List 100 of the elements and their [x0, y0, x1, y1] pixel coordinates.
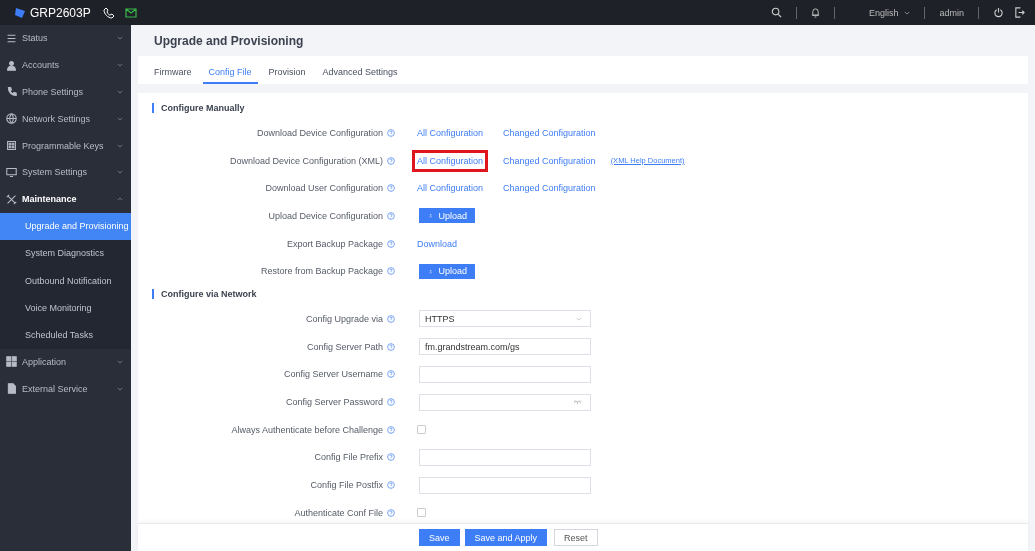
checkbox[interactable] [417, 425, 426, 435]
sidebar-subitem[interactable]: Outbound Notification [0, 266, 131, 295]
field-label: Download User Configuration [265, 183, 383, 194]
caret-icon [117, 36, 123, 41]
help-icon[interactable] [387, 398, 395, 407]
tab[interactable]: Firmware [148, 56, 198, 84]
field-label: Always Authenticate before Challenge [231, 424, 383, 435]
field-label: Config File Postfix [310, 480, 383, 491]
field-label: Restore from Backup Package [260, 266, 383, 277]
checkbox[interactable] [417, 508, 426, 518]
sidebar-item[interactable]: Maintenance [0, 185, 131, 213]
bell-icon[interactable] [810, 7, 820, 18]
caret-icon [117, 116, 123, 121]
save-button[interactable]: Save and Apply [464, 529, 548, 546]
caret-icon [117, 359, 123, 364]
help-icon[interactable] [387, 211, 395, 220]
monitor-icon [6, 166, 17, 178]
tab[interactable]: Advanced Settings [316, 56, 404, 84]
select-field[interactable]: HTTPS [419, 310, 591, 328]
upload-button[interactable]: Upload [419, 208, 475, 224]
phone-icon[interactable] [102, 6, 115, 19]
keypad-icon [6, 140, 17, 152]
field-label: Export Backup Package [286, 238, 383, 249]
link[interactable]: Changed Configuration [498, 121, 601, 144]
sidebar-subitem[interactable]: Scheduled Tasks [0, 321, 131, 349]
reset-button[interactable]: Reset [554, 529, 598, 546]
section-title: Configure via Network [152, 289, 1028, 300]
sidebar-item[interactable]: Network Settings [0, 105, 131, 133]
input-field[interactable] [419, 448, 591, 466]
logout-icon[interactable] [1014, 7, 1025, 18]
save-button[interactable]: Save [419, 529, 460, 546]
field-label: Download Device Configuration [256, 127, 383, 138]
input-field[interactable]: fm.grandstream.com/gs [419, 338, 591, 356]
link[interactable]: All Configuration [412, 177, 489, 200]
upload-icon [429, 212, 433, 220]
tab[interactable]: Config File [202, 56, 258, 84]
caret-icon [576, 316, 582, 321]
power-icon[interactable] [993, 7, 1004, 18]
help-icon[interactable] [387, 156, 395, 165]
input-field[interactable] [419, 365, 591, 383]
field-label: Download Device Configuration (XML) [229, 155, 383, 166]
person-icon [6, 59, 17, 71]
section-title: Configure Manually [152, 103, 1028, 113]
help-icon[interactable] [387, 508, 395, 517]
caret-icon [117, 386, 123, 391]
field-label: Config Server Username [283, 369, 383, 380]
mail-icon[interactable] [124, 7, 137, 18]
closed-eye-icon[interactable] [573, 400, 582, 405]
caret-icon [117, 63, 123, 68]
upload-icon [429, 267, 433, 275]
link[interactable]: Download [412, 232, 463, 255]
help-icon[interactable] [387, 314, 395, 323]
sidebar-item[interactable]: System Settings [0, 159, 131, 186]
sidebar-item[interactable]: Status [0, 25, 131, 52]
sidebar-item[interactable]: External Service [0, 375, 131, 403]
link[interactable]: All Configuration [412, 149, 489, 172]
grid-icon [6, 356, 17, 368]
caret-icon [117, 197, 123, 202]
sidebar-subitem[interactable]: Voice Monitoring [0, 294, 131, 322]
user-name[interactable]: admin [939, 7, 964, 18]
link[interactable]: Changed Configuration [498, 177, 601, 200]
sidebar-item[interactable]: Programmable Keys [0, 132, 131, 159]
help-icon[interactable] [387, 370, 395, 379]
list-icon [6, 32, 17, 44]
help-icon[interactable] [387, 453, 395, 462]
tab[interactable]: Provision [262, 56, 312, 84]
field-label: Config File Prefix [314, 452, 383, 463]
product-name: GRP2603P [30, 5, 91, 20]
help-icon[interactable] [387, 239, 395, 248]
field-label: Config Server Path [306, 341, 383, 352]
password-field[interactable] [419, 393, 591, 411]
field-label: Upload Device Configuration [268, 210, 383, 221]
page-title: Upgrade and Provisioning [153, 32, 305, 50]
upload-button[interactable]: Upload [419, 263, 475, 279]
help-icon[interactable] [387, 267, 395, 276]
caret-icon [117, 90, 123, 94]
input-field[interactable] [419, 476, 591, 494]
document-icon [6, 383, 17, 395]
help-icon[interactable] [387, 184, 395, 193]
sidebar-item[interactable]: Phone Settings [0, 78, 131, 106]
caret-icon [117, 143, 123, 148]
tools-icon [6, 193, 17, 205]
search-icon[interactable] [770, 7, 782, 18]
link[interactable]: Changed Configuration [498, 149, 601, 172]
language-dropdown[interactable]: English [868, 7, 911, 18]
link[interactable]: All Configuration [412, 121, 489, 144]
help-icon[interactable] [387, 128, 395, 137]
sidebar-item[interactable]: Application [0, 348, 131, 376]
sidebar-item[interactable]: Accounts [0, 51, 131, 79]
help-icon[interactable] [387, 425, 395, 434]
logo-icon [14, 6, 26, 19]
phone-icon [6, 86, 17, 98]
caret-icon [904, 10, 911, 15]
caret-icon [117, 170, 123, 175]
globe-icon [6, 113, 17, 125]
field-label: Authenticate Conf File [294, 507, 383, 518]
help-icon[interactable] [387, 342, 395, 351]
sidebar-subitem[interactable]: Upgrade and Provisioning [0, 212, 131, 240]
sidebar-subitem[interactable]: System Diagnostics [0, 239, 131, 267]
help-icon[interactable] [387, 481, 395, 490]
